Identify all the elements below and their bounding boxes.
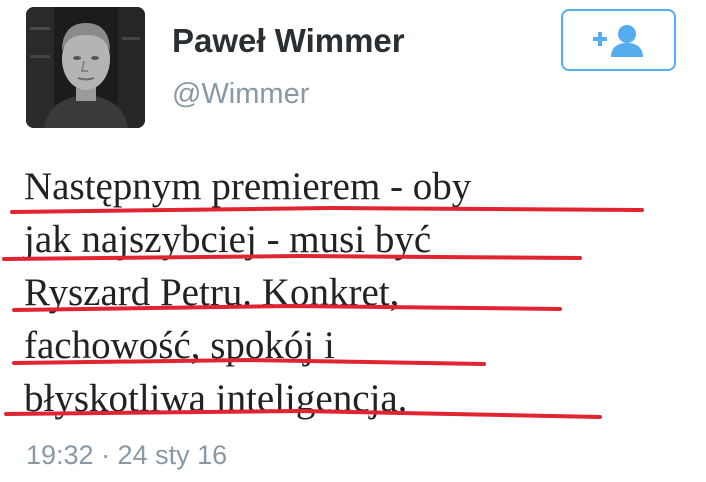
tweet-text-line: Następnym premierem - oby [24,165,472,208]
tweet-text-line: błyskotliwa inteligencja. [24,377,408,420]
tweet-card: Paweł Wimmer @Wimmer Następnym premierem… [0,0,706,482]
tweet-text-line: Ryszard Petru. Konkret, [24,271,400,314]
user-handle[interactable]: @Wimmer [172,78,309,111]
follow-button[interactable] [561,9,676,71]
user-display-name[interactable]: Paweł Wimmer [172,22,405,60]
tweet-text-line: fachowość, spokój i [24,324,335,367]
tweet-timestamp[interactable]: 19:32 · 24 sty 16 [26,440,227,471]
add-user-icon [592,25,643,57]
tweet-text: Następnym premierem - oby jak najszybcie… [24,160,694,425]
profile-photo-icon [26,7,145,128]
avatar[interactable] [26,7,145,128]
tweet-text-line: jak najszybciej - musi być [24,218,432,261]
